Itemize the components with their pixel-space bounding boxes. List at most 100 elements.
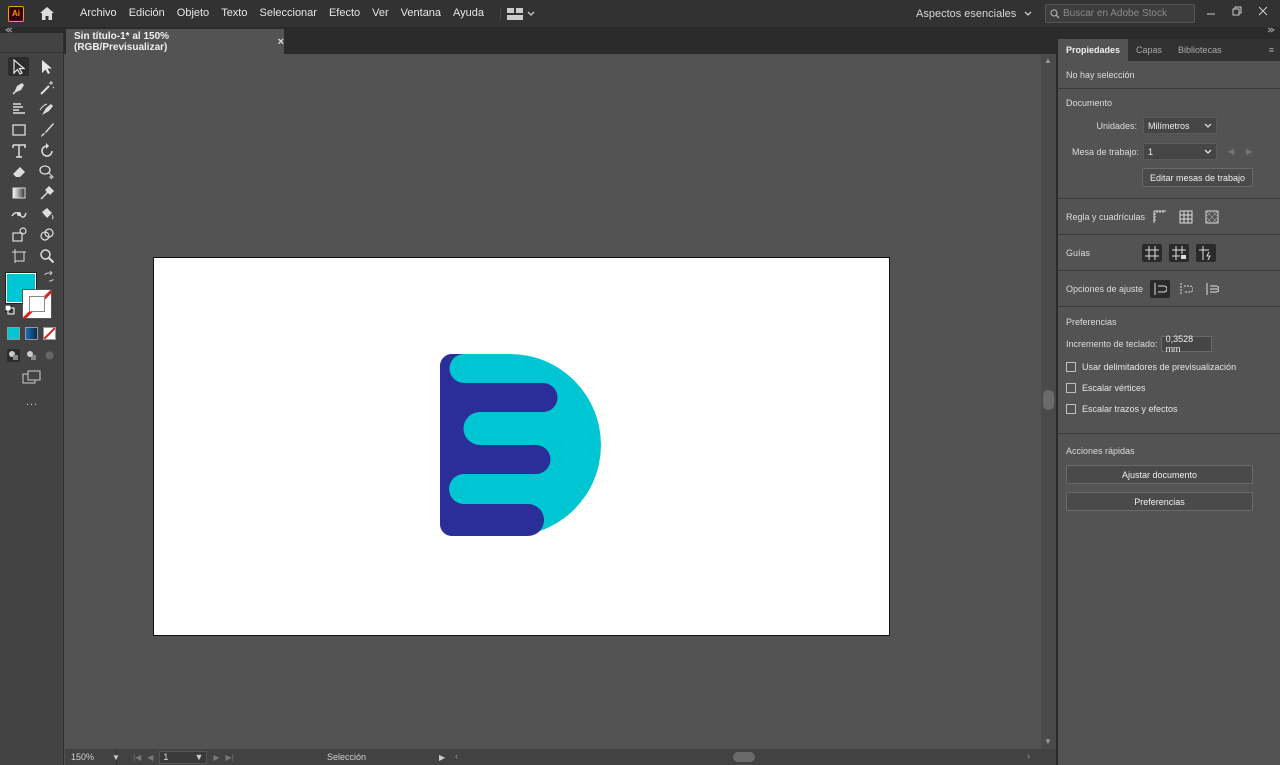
scroll-right-arrow-icon[interactable]: › (1027, 751, 1030, 761)
fit-document-button[interactable]: Ajustar documento (1066, 465, 1253, 484)
swap-fill-stroke-icon[interactable] (43, 271, 55, 283)
type-tool[interactable] (8, 141, 29, 160)
toggle-grid-button[interactable] (1176, 208, 1196, 226)
pen-tool[interactable] (8, 78, 29, 97)
restore-button[interactable] (1224, 0, 1250, 22)
zoom-tool[interactable] (36, 246, 57, 265)
preferences-button[interactable]: Preferencias (1066, 492, 1253, 511)
search-input[interactable] (1063, 8, 1189, 19)
snap-to-point-button[interactable] (1150, 279, 1170, 298)
smart-guides-button[interactable] (1196, 243, 1216, 262)
vertical-scrollbar[interactable]: ▲ ▼ (1041, 54, 1056, 749)
tab-propiedades[interactable]: Propiedades (1058, 39, 1129, 61)
paintbrush-tool[interactable] (36, 120, 57, 139)
document-tab[interactable]: Sin título-1* al 150% (RGB/Previsualizar… (66, 29, 284, 54)
artboard-tool[interactable] (8, 246, 29, 265)
scale-strokes-checkbox[interactable]: Escalar trazos y efectos (1066, 398, 1272, 419)
edit-toolbar-button[interactable]: ... (26, 396, 63, 408)
shape-builder-tool[interactable] (36, 162, 57, 181)
draw-inside-button[interactable] (43, 349, 56, 362)
change-screen-mode-button[interactable] (22, 370, 42, 386)
draw-behind-button[interactable] (25, 349, 38, 362)
checkbox-box[interactable] (1066, 361, 1076, 372)
next-artboard-icon[interactable]: ▶ (213, 753, 219, 762)
scale-corners-checkbox[interactable]: Escalar vértices (1066, 377, 1272, 398)
magic-wand-tool[interactable] (36, 78, 57, 97)
eraser-tool[interactable] (8, 162, 29, 181)
symbol-sprayer-tool[interactable] (8, 225, 29, 244)
menu-archivo[interactable]: Archivo (74, 0, 123, 27)
e-logo-artwork[interactable] (440, 353, 602, 536)
panel-menu-icon[interactable]: ≡ (1269, 39, 1274, 61)
next-artboard-icon[interactable]: ▶ (1246, 147, 1252, 156)
live-paint-tool[interactable] (36, 204, 57, 223)
gradient-tool[interactable] (8, 183, 29, 202)
draw-normal-button[interactable] (7, 349, 20, 362)
first-artboard-icon[interactable]: |◀ (133, 753, 141, 762)
snap-to-glyph-button[interactable] (1202, 280, 1222, 298)
arrange-documents-button[interactable] (500, 7, 541, 20)
menu-efecto[interactable]: Efecto (323, 0, 366, 27)
rotate-tool[interactable] (36, 141, 57, 160)
smart-guides-icon (1199, 245, 1211, 260)
none-mode-button[interactable] (43, 327, 56, 340)
horizontal-scrollbar[interactable]: ‹ › (449, 751, 1030, 762)
menu-ayuda[interactable]: Ayuda (447, 0, 490, 27)
tools-panel-header[interactable] (0, 33, 63, 53)
close-window-button[interactable] (1250, 0, 1276, 22)
horizontal-scroll-thumb[interactable] (733, 752, 755, 762)
units-label: Unidades: (1096, 120, 1137, 131)
menu-seleccionar[interactable]: Seleccionar (253, 0, 322, 27)
rectangle-tool[interactable] (8, 120, 29, 139)
type-on-path-tool[interactable] (8, 99, 29, 118)
close-tab-icon[interactable]: × (278, 36, 284, 48)
eyedropper-tool[interactable] (36, 183, 57, 202)
direct-selection-tool[interactable] (36, 57, 57, 76)
status-menu-arrow-icon[interactable]: ▶ (439, 753, 445, 762)
menu-ver[interactable]: Ver (366, 0, 395, 27)
last-artboard-icon[interactable]: ▶| (226, 753, 234, 762)
toggle-transparency-grid-button[interactable] (1202, 208, 1222, 226)
curvature-tool[interactable] (36, 99, 57, 118)
edit-artboards-button[interactable]: Editar mesas de trabajo (1142, 168, 1253, 187)
keyboard-increment-input[interactable]: 0,3528 mm (1160, 334, 1212, 354)
checkbox-box[interactable] (1066, 382, 1076, 393)
toggle-guides-button[interactable] (1142, 243, 1162, 262)
artboard-number-select[interactable]: 1 ▼ (159, 750, 208, 764)
scroll-down-arrow-icon[interactable]: ▼ (1044, 737, 1052, 746)
screen-mode-icon (22, 370, 41, 384)
selection-tool[interactable] (8, 57, 29, 76)
menu-texto[interactable]: Texto (215, 0, 253, 27)
scroll-up-arrow-icon[interactable]: ▲ (1044, 56, 1052, 65)
workspace-switcher[interactable]: Aspectos esenciales (916, 0, 1032, 27)
tab-capas[interactable]: Capas (1128, 39, 1170, 61)
chevron-down-icon: ▼ (112, 752, 120, 762)
blend-tool[interactable] (36, 225, 57, 244)
menu-ventana[interactable]: Ventana (395, 0, 447, 27)
toggle-rulers-button[interactable] (1150, 208, 1170, 226)
scale-corners-label: Escalar vértices (1082, 382, 1146, 393)
default-fill-stroke-icon[interactable] (5, 305, 15, 315)
panel-tabs: Propiedades Capas Bibliotecas ≡ (1058, 39, 1280, 61)
stroke-swatch[interactable] (22, 289, 52, 319)
width-tool[interactable] (8, 204, 29, 223)
status-tool-label[interactable]: Selección (327, 752, 366, 762)
artboard-select[interactable]: 1 (1143, 143, 1217, 160)
preview-bounds-checkbox[interactable]: Usar delimitadores de previsualización (1066, 356, 1272, 377)
vertical-scroll-thumb[interactable] (1043, 390, 1054, 410)
magic-wand-icon (39, 80, 54, 95)
previous-artboard-icon[interactable]: ◀ (147, 753, 153, 762)
minimize-button[interactable] (1198, 0, 1224, 22)
menu-objeto[interactable]: Objeto (171, 0, 215, 27)
lock-guides-button[interactable] (1169, 243, 1189, 262)
menu-edicion[interactable]: Edición (123, 0, 171, 27)
scroll-left-arrow-icon[interactable]: ‹ (455, 751, 458, 761)
home-icon[interactable] (38, 5, 56, 23)
tab-bibliotecas[interactable]: Bibliotecas (1170, 39, 1230, 61)
snap-to-pixel-button[interactable] (1176, 280, 1196, 298)
checkbox-box[interactable] (1066, 403, 1076, 414)
previous-artboard-icon[interactable]: ◀ (1228, 147, 1234, 156)
zoom-select[interactable]: 150% ▼ (65, 749, 120, 765)
units-select[interactable]: Milímetros (1143, 117, 1217, 134)
stock-search[interactable] (1045, 4, 1195, 23)
